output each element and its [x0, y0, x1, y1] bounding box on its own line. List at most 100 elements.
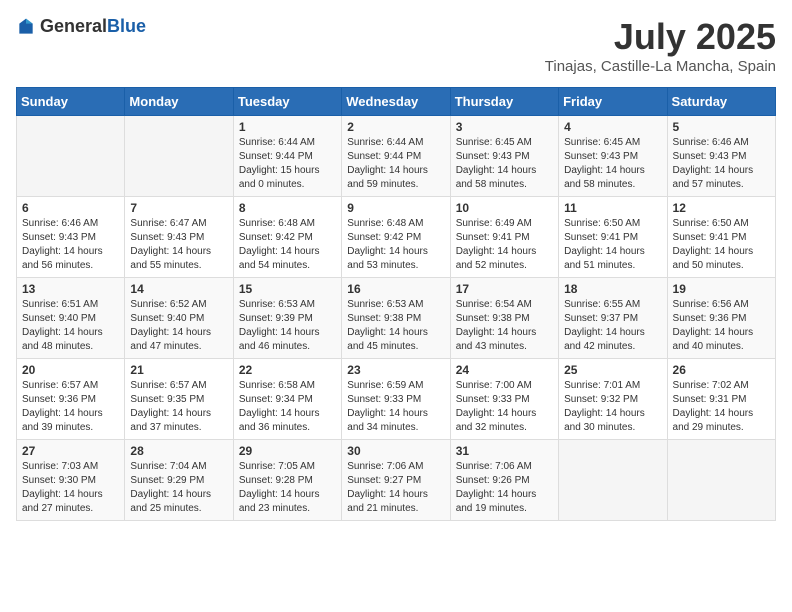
day-number: 7 — [130, 201, 227, 215]
day-number: 10 — [456, 201, 553, 215]
day-number: 2 — [347, 120, 444, 134]
day-info: Sunrise: 6:44 AM Sunset: 9:44 PM Dayligh… — [347, 136, 444, 192]
day-number: 3 — [456, 120, 553, 134]
day-number: 29 — [239, 444, 336, 458]
calendar-table: SundayMondayTuesdayWednesdayThursdayFrid… — [16, 87, 776, 521]
calendar-cell: 29 Sunrise: 7:05 AM Sunset: 9:28 PM Dayli… — [233, 440, 341, 521]
weekday-header-thursday: Thursday — [450, 88, 558, 116]
logo: GeneralBlue — [16, 16, 146, 37]
calendar-cell: 16Sunrise: 6:53 AM Sunset: 9:38 PM Dayli… — [342, 278, 450, 359]
calendar-cell: 24 Sunrise: 7:00 AM Sunset: 9:33 PM Dayli… — [450, 359, 558, 440]
day-number: 17 — [456, 282, 553, 296]
day-number: 4 — [564, 120, 661, 134]
calendar-cell: 10 Sunrise: 6:49 AM Sunset: 9:41 PM Dayli… — [450, 197, 558, 278]
day-info: Sunrise: 6:53 AM Sunset: 9:39 PM Dayligh… — [239, 298, 336, 354]
calendar-cell: 11Sunrise: 6:50 AM Sunset: 9:41 PM Dayli… — [559, 197, 667, 278]
day-number: 15 — [239, 282, 336, 296]
calendar-header: SundayMondayTuesdayWednesdayThursdayFrid… — [17, 88, 776, 116]
day-number: 12 — [673, 201, 770, 215]
day-number: 21 — [130, 363, 227, 377]
day-info: Sunrise: 7:00 AM Sunset: 9:33 PM Dayligh… — [456, 379, 553, 435]
calendar-cell: 27Sunrise: 7:03 AM Sunset: 9:30 PM Dayli… — [17, 440, 125, 521]
weekday-header-friday: Friday — [559, 88, 667, 116]
day-number: 31 — [456, 444, 553, 458]
day-info: Sunrise: 6:57 AM Sunset: 9:35 PM Dayligh… — [130, 379, 227, 435]
calendar-cell: 25Sunrise: 7:01 AM Sunset: 9:32 PM Dayli… — [559, 359, 667, 440]
calendar-cell: 21 Sunrise: 6:57 AM Sunset: 9:35 PM Dayli… — [125, 359, 233, 440]
day-info: Sunrise: 7:02 AM Sunset: 9:31 PM Dayligh… — [673, 379, 770, 435]
calendar-cell — [125, 116, 233, 197]
day-number: 13 — [22, 282, 119, 296]
day-info: Sunrise: 6:56 AM Sunset: 9:36 PM Dayligh… — [673, 298, 770, 354]
day-info: Sunrise: 6:48 AM Sunset: 9:42 PM Dayligh… — [347, 217, 444, 273]
calendar-cell: 26 Sunrise: 7:02 AM Sunset: 9:31 PM Dayli… — [667, 359, 775, 440]
day-number: 6 — [22, 201, 119, 215]
weekday-header-row: SundayMondayTuesdayWednesdayThursdayFrid… — [17, 88, 776, 116]
title-block: July 2025 Tinajas, Castille-La Mancha, S… — [545, 16, 776, 75]
day-number: 11 — [564, 201, 661, 215]
calendar-cell: 3 Sunrise: 6:45 AM Sunset: 9:43 PM Daylig… — [450, 116, 558, 197]
day-number: 18 — [564, 282, 661, 296]
day-number: 26 — [673, 363, 770, 377]
day-number: 22 — [239, 363, 336, 377]
weekday-header-monday: Monday — [125, 88, 233, 116]
calendar-week-row: 13 Sunrise: 6:51 AM Sunset: 9:40 PM Dayli… — [17, 278, 776, 359]
logo-blue: Blue — [107, 16, 146, 36]
logo-text: GeneralBlue — [40, 16, 146, 37]
day-info: Sunrise: 6:50 AM Sunset: 9:41 PM Dayligh… — [673, 217, 770, 273]
weekday-header-tuesday: Tuesday — [233, 88, 341, 116]
day-info: Sunrise: 6:53 AM Sunset: 9:38 PM Dayligh… — [347, 298, 444, 354]
calendar-cell: 6 Sunrise: 6:46 AM Sunset: 9:43 PM Daylig… — [17, 197, 125, 278]
day-info: Sunrise: 6:45 AM Sunset: 9:43 PM Dayligh… — [456, 136, 553, 192]
calendar-cell: 28Sunrise: 7:04 AM Sunset: 9:29 PM Dayli… — [125, 440, 233, 521]
day-info: Sunrise: 7:01 AM Sunset: 9:32 PM Dayligh… — [564, 379, 661, 435]
calendar-cell: 12 Sunrise: 6:50 AM Sunset: 9:41 PM Dayli… — [667, 197, 775, 278]
day-info: Sunrise: 6:54 AM Sunset: 9:38 PM Dayligh… — [456, 298, 553, 354]
calendar-cell: 1 Sunrise: 6:44 AM Sunset: 9:44 PM Daylig… — [233, 116, 341, 197]
day-info: Sunrise: 6:46 AM Sunset: 9:43 PM Dayligh… — [22, 217, 119, 273]
calendar-cell — [17, 116, 125, 197]
calendar-week-row: 1 Sunrise: 6:44 AM Sunset: 9:44 PM Daylig… — [17, 116, 776, 197]
day-number: 14 — [130, 282, 227, 296]
day-number: 23 — [347, 363, 444, 377]
calendar-cell: 31Sunrise: 7:06 AM Sunset: 9:26 PM Dayli… — [450, 440, 558, 521]
day-number: 8 — [239, 201, 336, 215]
logo-general: General — [40, 16, 107, 36]
day-info: Sunrise: 7:05 AM Sunset: 9:28 PM Dayligh… — [239, 460, 336, 516]
day-info: Sunrise: 7:06 AM Sunset: 9:27 PM Dayligh… — [347, 460, 444, 516]
calendar-cell: 19Sunrise: 6:56 AM Sunset: 9:36 PM Dayli… — [667, 278, 775, 359]
day-info: Sunrise: 6:52 AM Sunset: 9:40 PM Dayligh… — [130, 298, 227, 354]
location-text: Tinajas, Castille-La Mancha, Spain — [545, 58, 776, 75]
day-info: Sunrise: 6:47 AM Sunset: 9:43 PM Dayligh… — [130, 217, 227, 273]
calendar-body: 1 Sunrise: 6:44 AM Sunset: 9:44 PM Daylig… — [17, 116, 776, 521]
day-number: 9 — [347, 201, 444, 215]
calendar-cell: 13 Sunrise: 6:51 AM Sunset: 9:40 PM Dayli… — [17, 278, 125, 359]
day-number: 20 — [22, 363, 119, 377]
calendar-cell: 18 Sunrise: 6:55 AM Sunset: 9:37 PM Dayli… — [559, 278, 667, 359]
day-number: 1 — [239, 120, 336, 134]
page-header: GeneralBlue July 2025 Tinajas, Castille-… — [16, 16, 776, 75]
day-info: Sunrise: 6:51 AM Sunset: 9:40 PM Dayligh… — [22, 298, 119, 354]
day-info: Sunrise: 6:46 AM Sunset: 9:43 PM Dayligh… — [673, 136, 770, 192]
calendar-cell: 14 Sunrise: 6:52 AM Sunset: 9:40 PM Dayli… — [125, 278, 233, 359]
calendar-cell: 17 Sunrise: 6:54 AM Sunset: 9:38 PM Dayli… — [450, 278, 558, 359]
day-number: 24 — [456, 363, 553, 377]
weekday-header-sunday: Sunday — [17, 88, 125, 116]
calendar-cell: 4 Sunrise: 6:45 AM Sunset: 9:43 PM Daylig… — [559, 116, 667, 197]
calendar-cell — [667, 440, 775, 521]
day-info: Sunrise: 6:45 AM Sunset: 9:43 PM Dayligh… — [564, 136, 661, 192]
calendar-week-row: 20 Sunrise: 6:57 AM Sunset: 9:36 PM Dayli… — [17, 359, 776, 440]
calendar-cell — [559, 440, 667, 521]
calendar-week-row: 27Sunrise: 7:03 AM Sunset: 9:30 PM Dayli… — [17, 440, 776, 521]
calendar-cell: 8Sunrise: 6:48 AM Sunset: 9:42 PM Daylig… — [233, 197, 341, 278]
day-info: Sunrise: 6:44 AM Sunset: 9:44 PM Dayligh… — [239, 136, 336, 192]
day-info: Sunrise: 6:49 AM Sunset: 9:41 PM Dayligh… — [456, 217, 553, 273]
weekday-header-saturday: Saturday — [667, 88, 775, 116]
calendar-cell: 5Sunrise: 6:46 AM Sunset: 9:43 PM Daylig… — [667, 116, 775, 197]
day-info: Sunrise: 6:58 AM Sunset: 9:34 PM Dayligh… — [239, 379, 336, 435]
day-info: Sunrise: 7:04 AM Sunset: 9:29 PM Dayligh… — [130, 460, 227, 516]
calendar-cell: 7 Sunrise: 6:47 AM Sunset: 9:43 PM Daylig… — [125, 197, 233, 278]
day-info: Sunrise: 6:57 AM Sunset: 9:36 PM Dayligh… — [22, 379, 119, 435]
calendar-week-row: 6 Sunrise: 6:46 AM Sunset: 9:43 PM Daylig… — [17, 197, 776, 278]
day-info: Sunrise: 6:55 AM Sunset: 9:37 PM Dayligh… — [564, 298, 661, 354]
